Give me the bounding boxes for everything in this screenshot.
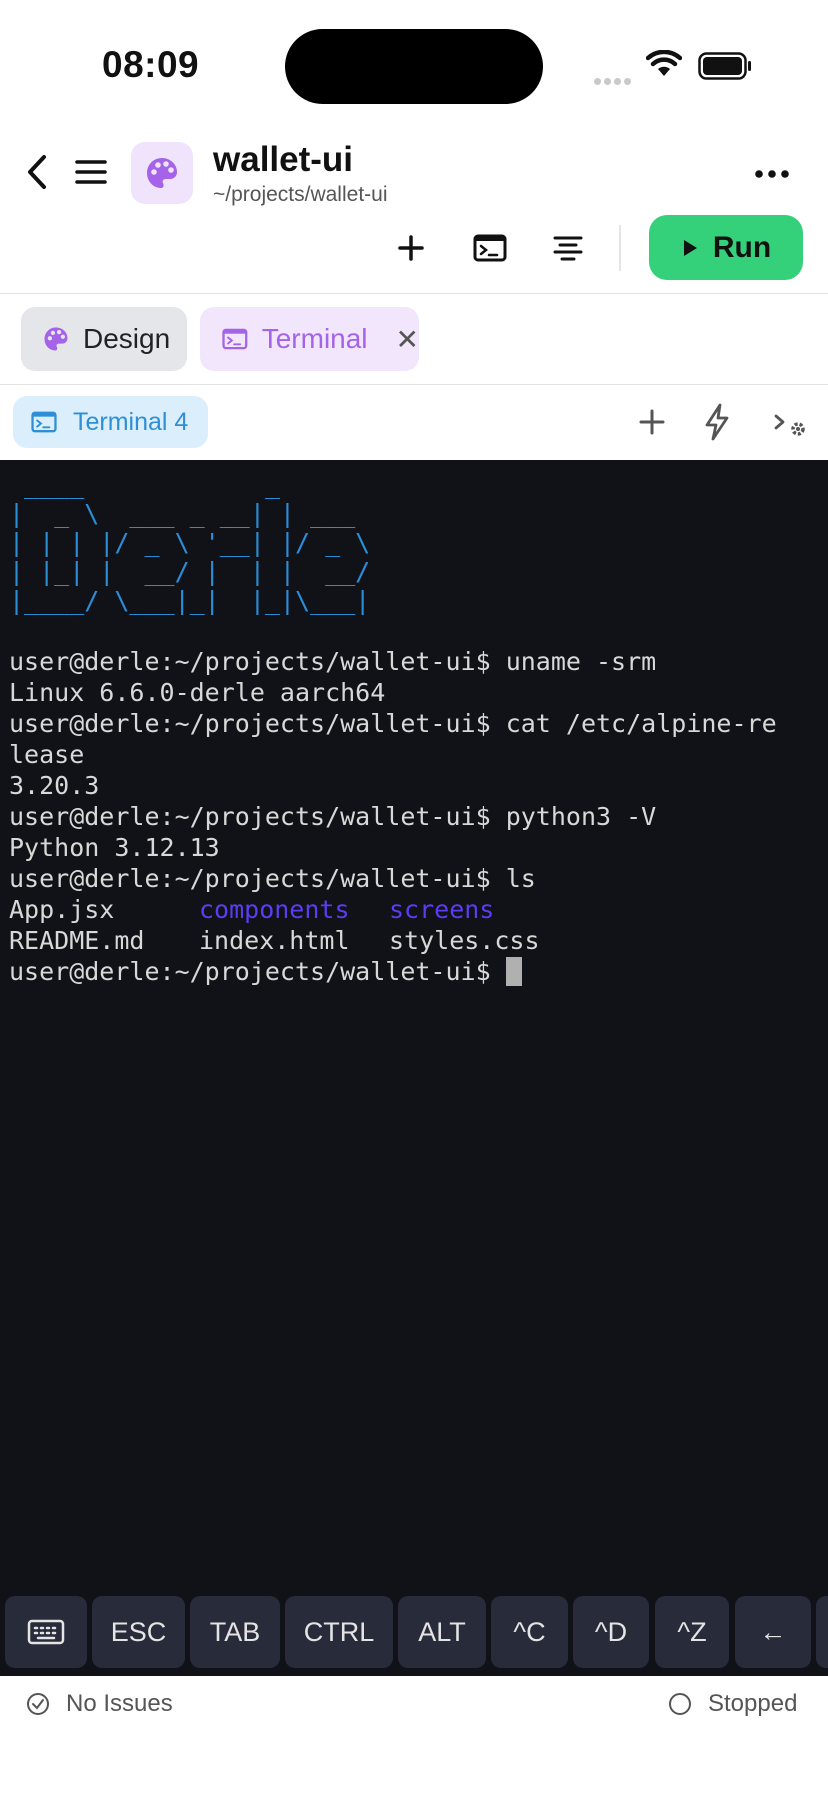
- terminal-line: 3.20.3: [9, 771, 100, 800]
- terminal-line: user@derle:~/projects/wallet-ui$: [9, 956, 777, 987]
- key-more[interactable]: [816, 1596, 828, 1668]
- terminal-line: user@derle:~/projects/wallet-ui$ cat /et…: [9, 708, 777, 739]
- check-circle-icon: [27, 1693, 49, 1715]
- back-icon: [28, 155, 46, 189]
- hamburger-icon: [75, 160, 107, 184]
- command: uname -srm: [505, 647, 657, 676]
- file-entry: README.md: [9, 926, 145, 955]
- prompt: user@derle:~/projects/wallet-ui$: [9, 802, 491, 831]
- file-entry: styles.css: [389, 926, 540, 955]
- ascii-banner: ____ _ | _ \ ___ _ __| | ___ | | | |/ _ …: [9, 470, 371, 615]
- terminal-settings-icon: [774, 414, 805, 436]
- ls-output-row: App.jsx components screens: [9, 894, 777, 925]
- menu-button[interactable]: [72, 150, 110, 194]
- more-icon: [755, 170, 789, 178]
- terminal-icon: [31, 411, 57, 433]
- dir-entry: components: [199, 895, 350, 924]
- run-status: Stopped: [668, 1690, 797, 1718]
- plus-icon: [398, 235, 424, 261]
- terminal-line: user@derle:~/projects/wallet-ui$ uname -…: [9, 646, 777, 677]
- plus-icon: [639, 409, 665, 435]
- terminal-settings-button[interactable]: [765, 405, 815, 445]
- key-ctrl-z[interactable]: ^Z: [655, 1596, 729, 1668]
- command: cat /etc/alpine-re: [505, 709, 777, 738]
- prompt: user@derle:~/projects/wallet-ui$: [9, 957, 491, 986]
- terminal-line: user@derle:~/projects/wallet-ui$ ls: [9, 863, 777, 894]
- terminal-line: user@derle:~/projects/wallet-ui$ python3…: [9, 801, 777, 832]
- format-button[interactable]: [548, 228, 588, 268]
- ls-output-row: README.md index.html styles.css: [9, 925, 777, 956]
- project-name: wallet-ui: [213, 140, 354, 179]
- keyboard-toggle-button[interactable]: [5, 1596, 87, 1668]
- terminal-icon: [473, 234, 507, 262]
- header-divider: [0, 293, 828, 294]
- new-terminal-button[interactable]: [632, 402, 672, 442]
- wifi-icon: [645, 49, 683, 83]
- add-button[interactable]: [391, 228, 431, 268]
- key-tab[interactable]: TAB: [190, 1596, 280, 1668]
- circle-icon: [669, 1693, 691, 1715]
- key-esc[interactable]: ESC: [92, 1596, 185, 1668]
- key-arrow-left[interactable]: ←: [735, 1596, 811, 1668]
- terminal-line: lease: [9, 740, 85, 769]
- dir-entry: screens: [389, 895, 495, 924]
- palette-icon: [44, 327, 68, 351]
- run-status-label: Stopped: [708, 1690, 798, 1717]
- issues-status[interactable]: No Issues: [26, 1690, 173, 1718]
- open-terminal-button[interactable]: [470, 228, 510, 268]
- dynamic-island: [285, 29, 543, 104]
- toolbar-divider: [619, 225, 621, 271]
- key-ctrl[interactable]: CTRL: [285, 1596, 393, 1668]
- terminal-icon: [222, 328, 248, 350]
- tab-label: Design: [83, 323, 171, 354]
- tabs-divider: [0, 384, 828, 385]
- project-path: ~/projects/wallet-ui: [213, 183, 388, 206]
- palette-icon: [147, 158, 177, 188]
- tab-label: Terminal: [261, 323, 368, 354]
- prompt: user@derle:~/projects/wallet-ui$: [9, 709, 491, 738]
- project-icon: [131, 142, 193, 204]
- tab-design[interactable]: Design: [21, 307, 187, 371]
- cellular-signal-icon: [594, 72, 634, 90]
- terminal-cursor: [505, 957, 522, 986]
- close-tab-icon[interactable]: ✕: [396, 323, 419, 356]
- file-entry: index.html: [199, 926, 350, 955]
- align-lines-icon: [553, 236, 583, 261]
- file-entry: App.jsx: [9, 895, 115, 924]
- command: ls: [505, 864, 536, 893]
- command: python3 -V: [505, 802, 657, 831]
- play-icon: [683, 239, 697, 256]
- subtab-terminal-4[interactable]: Terminal 4: [13, 396, 208, 448]
- terminal-line: Linux 6.6.0-derle aarch64: [9, 678, 386, 707]
- prompt: user@derle:~/projects/wallet-ui$: [9, 647, 491, 676]
- subtab-label: Terminal 4: [73, 407, 189, 436]
- more-options-button[interactable]: [748, 155, 796, 193]
- quick-actions-button[interactable]: [697, 400, 737, 444]
- terminal-output[interactable]: ____ _ | _ \ ___ _ __| | ___ | | | |/ _ …: [0, 460, 828, 1588]
- tab-terminal[interactable]: Terminal ✕: [200, 307, 419, 371]
- status-time: 08:09: [102, 44, 200, 85]
- key-ctrl-c[interactable]: ^C: [491, 1596, 568, 1668]
- key-ctrl-d[interactable]: ^D: [573, 1596, 649, 1668]
- keyboard-icon: [27, 1619, 65, 1645]
- prompt: user@derle:~/projects/wallet-ui$: [9, 864, 491, 893]
- run-button[interactable]: Run: [649, 215, 803, 280]
- run-label: Run: [712, 230, 772, 264]
- battery-icon: [698, 52, 752, 80]
- back-button[interactable]: [20, 150, 54, 194]
- issues-label: No Issues: [66, 1690, 173, 1717]
- terminal-line: Python 3.12.13: [9, 833, 220, 862]
- keyboard-shortcut-bar: ESC TAB CTRL ALT ^C ^D ^Z ←: [0, 1588, 828, 1676]
- lightning-icon: [705, 403, 729, 441]
- key-alt[interactable]: ALT: [398, 1596, 486, 1668]
